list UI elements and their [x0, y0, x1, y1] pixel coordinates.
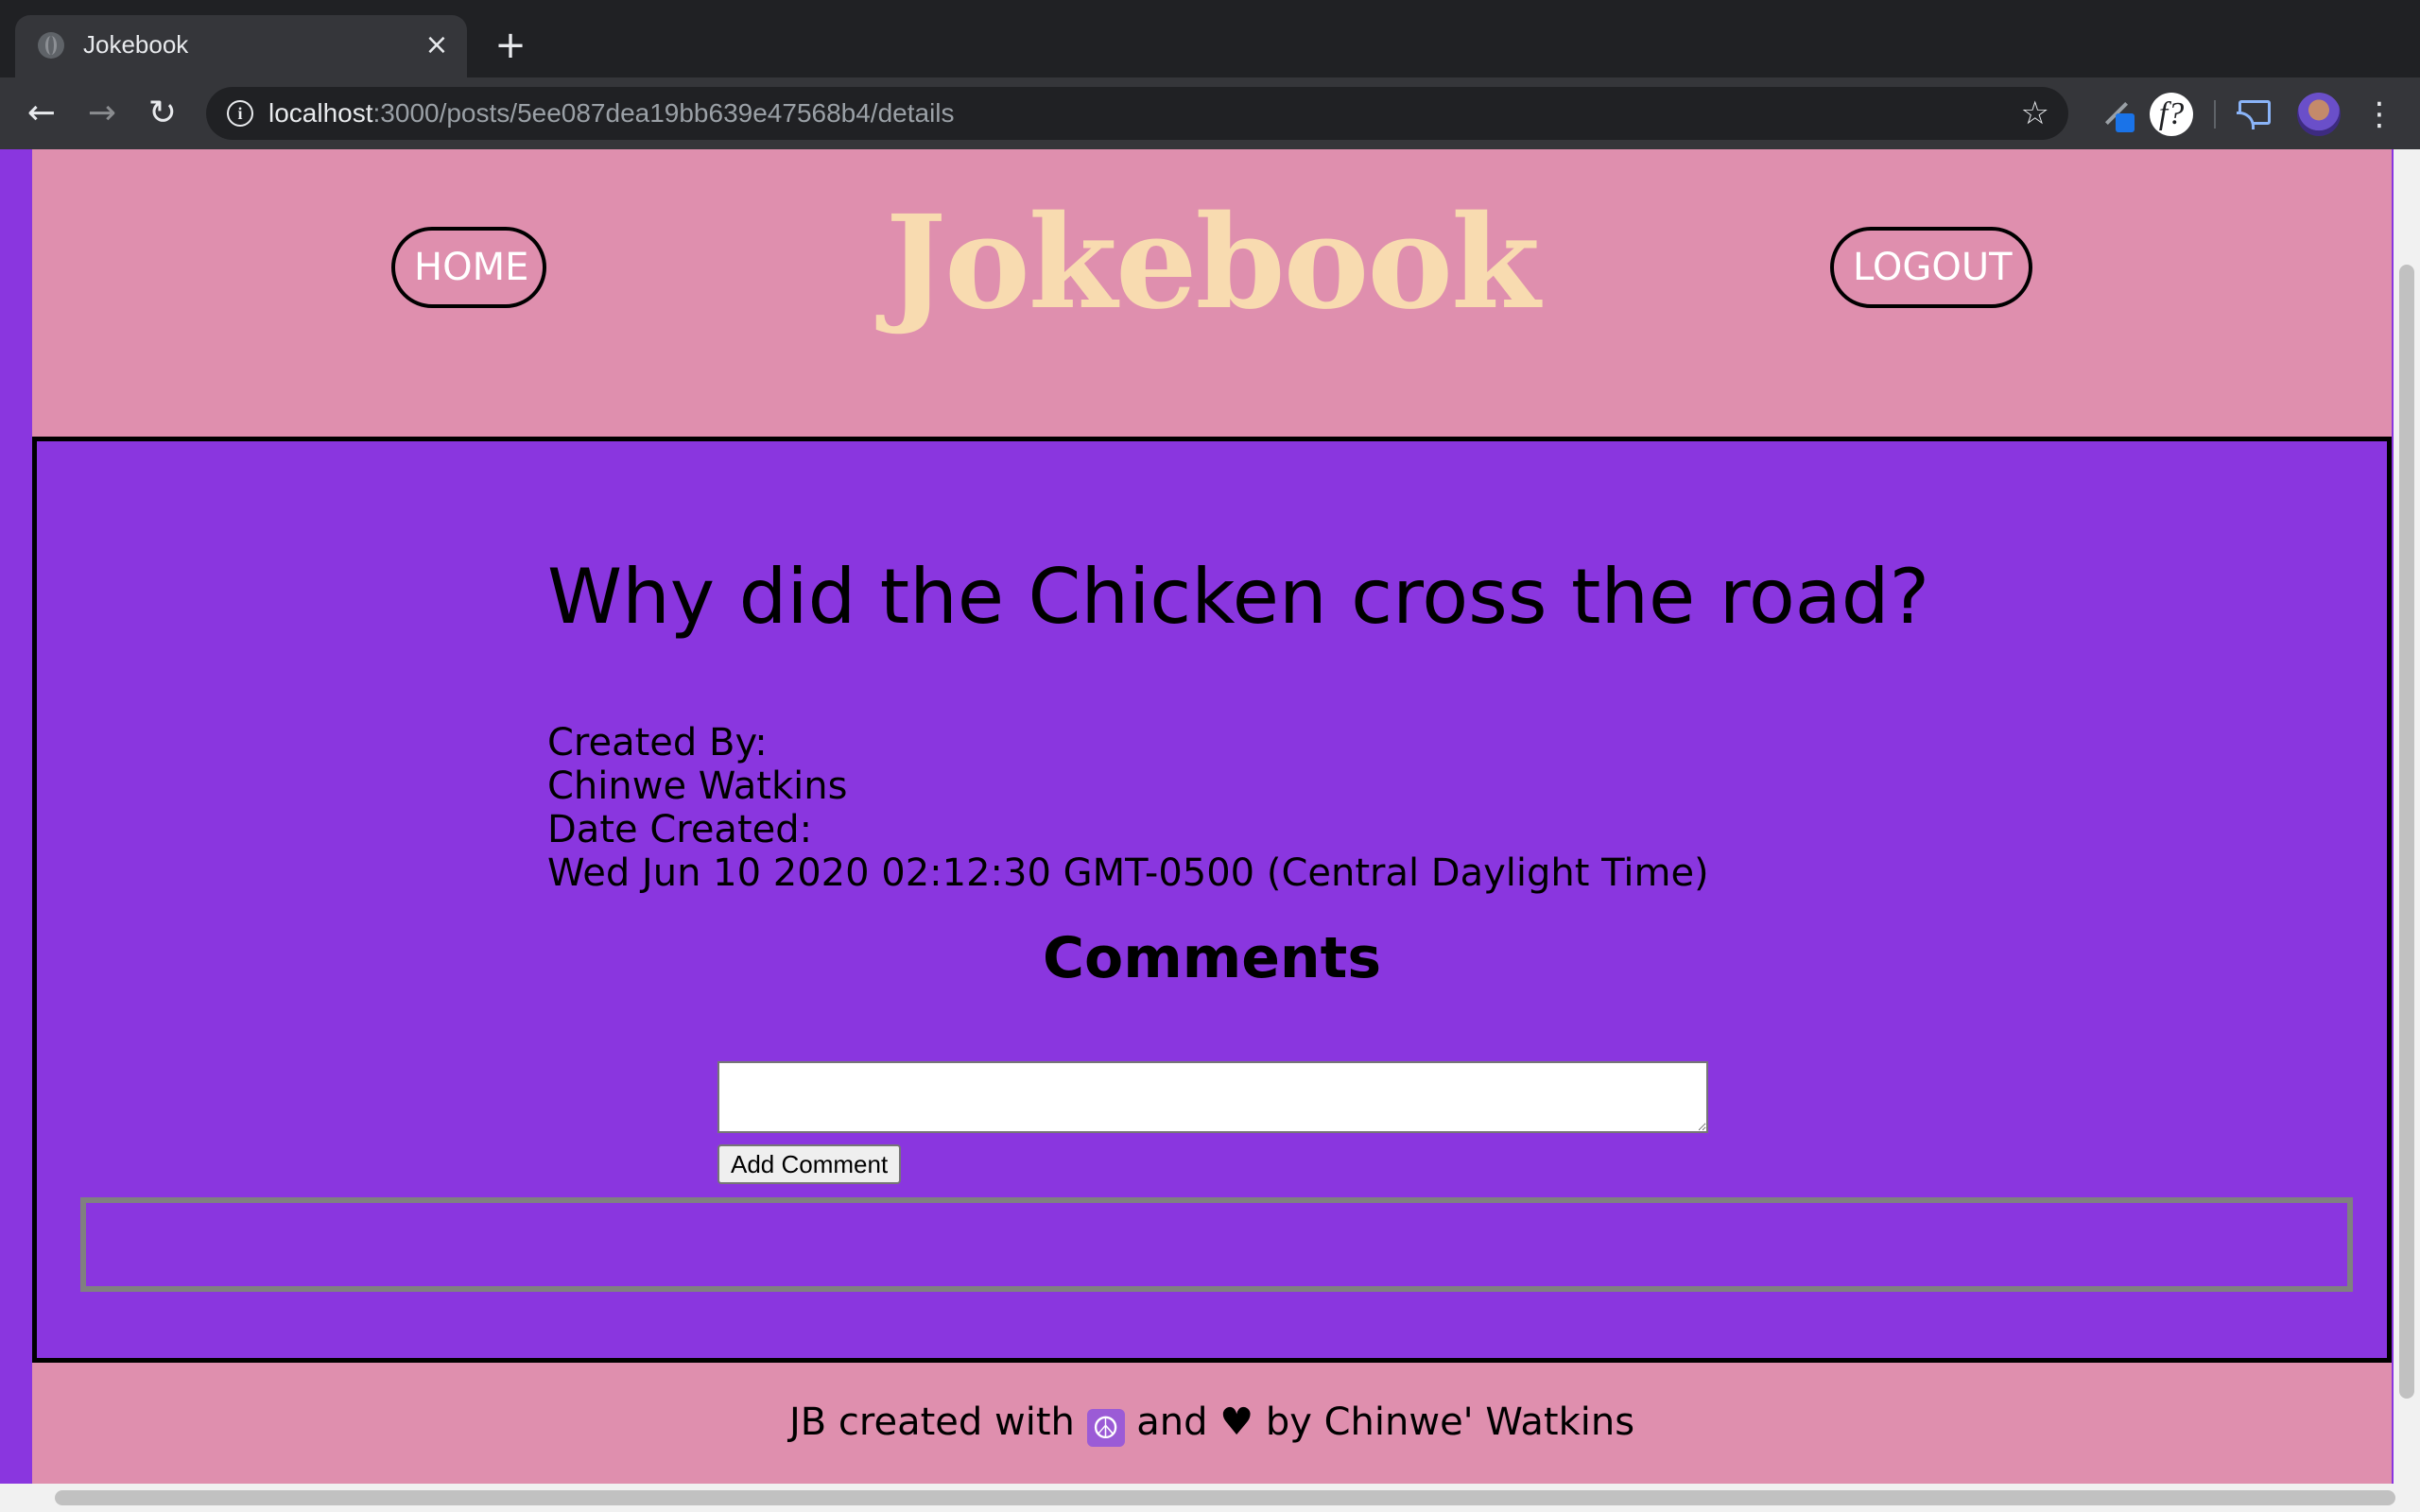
post-title: Why did the Chicken cross the road? — [547, 553, 1930, 641]
peace-icon: ☮ — [1086, 1409, 1125, 1447]
back-button[interactable]: ← — [21, 93, 62, 134]
address-bar[interactable]: i localhost:3000/posts/5ee087dea19bb639e… — [206, 87, 2068, 140]
pen-extension-icon[interactable] — [2097, 93, 2140, 136]
info-icon[interactable]: i — [227, 100, 253, 127]
created-by-label: Created By: — [547, 721, 768, 765]
site-header: HOME Jokebook LOGOUT — [32, 149, 2392, 437]
footer-text-before: JB created with — [788, 1400, 1087, 1444]
cast-icon[interactable] — [2235, 93, 2278, 136]
post-detail-panel: Why did the Chicken cross the road? Crea… — [32, 437, 2392, 1363]
comments-list — [80, 1197, 2353, 1292]
address-url[interactable]: localhost:3000/posts/5ee087dea19bb639e47… — [268, 98, 955, 129]
footer-text-after: by Chinwe' Watkins — [1253, 1400, 1635, 1444]
url-path: :3000/posts/5ee087dea19bb639e47568b4/det… — [372, 98, 955, 128]
new-tab-button[interactable]: + — [490, 26, 531, 68]
browser-tab[interactable]: Jokebook × — [15, 15, 467, 77]
url-host: localhost — [268, 98, 373, 128]
vertical-scrollbar-thumb[interactable] — [2399, 265, 2414, 1399]
site-logo: Jokebook — [885, 187, 1541, 338]
date-created-value: Wed Jun 10 2020 02:12:30 GMT-0500 (Centr… — [547, 851, 1709, 895]
toolbar-divider — [2214, 100, 2216, 129]
star-icon[interactable]: ☆ — [2021, 94, 2049, 132]
font-extension-icon[interactable]: f? — [2150, 93, 2193, 136]
browser-tabbar: Jokebook × + — [0, 0, 2420, 77]
reload-button[interactable]: ↻ — [142, 93, 183, 134]
add-comment-button[interactable]: Add Comment — [717, 1144, 902, 1184]
author-name: Chinwe Watkins — [547, 765, 848, 808]
site-footer: JB created with ☮ and ♥ by Chinwe' Watki… — [32, 1363, 2392, 1486]
browser-toolbar: ← → ↻ i localhost:3000/posts/5ee087dea19… — [0, 77, 2420, 149]
horizontal-scrollbar[interactable] — [0, 1484, 2420, 1512]
date-created-label: Date Created: — [547, 808, 813, 851]
post-meta: Created By: Chinwe Watkins Date Created:… — [547, 721, 1709, 895]
color-swatch-icon — [2116, 113, 2135, 132]
close-icon[interactable]: × — [420, 28, 454, 62]
footer-text: JB created with ☮ and ♥ by Chinwe' Watki… — [32, 1400, 2392, 1447]
heart-icon: ♥ — [1219, 1400, 1254, 1444]
footer-text-middle: and — [1124, 1400, 1220, 1444]
logout-button[interactable]: LOGOUT — [1830, 227, 2032, 308]
tab-title: Jokebook — [83, 30, 189, 59]
globe-icon — [38, 32, 64, 59]
page-viewport: HOME Jokebook LOGOUT Why did the Chicken… — [0, 149, 2420, 1512]
menu-dots-icon[interactable]: ⋮ — [2363, 93, 2395, 136]
profile-avatar[interactable] — [2297, 93, 2341, 136]
horizontal-scrollbar-thumb[interactable] — [55, 1490, 2395, 1505]
vertical-scrollbar[interactable] — [2394, 149, 2420, 1484]
comments-heading: Comments — [1042, 925, 1382, 991]
forward-button[interactable]: → — [81, 93, 123, 134]
comment-input[interactable] — [717, 1061, 1708, 1133]
